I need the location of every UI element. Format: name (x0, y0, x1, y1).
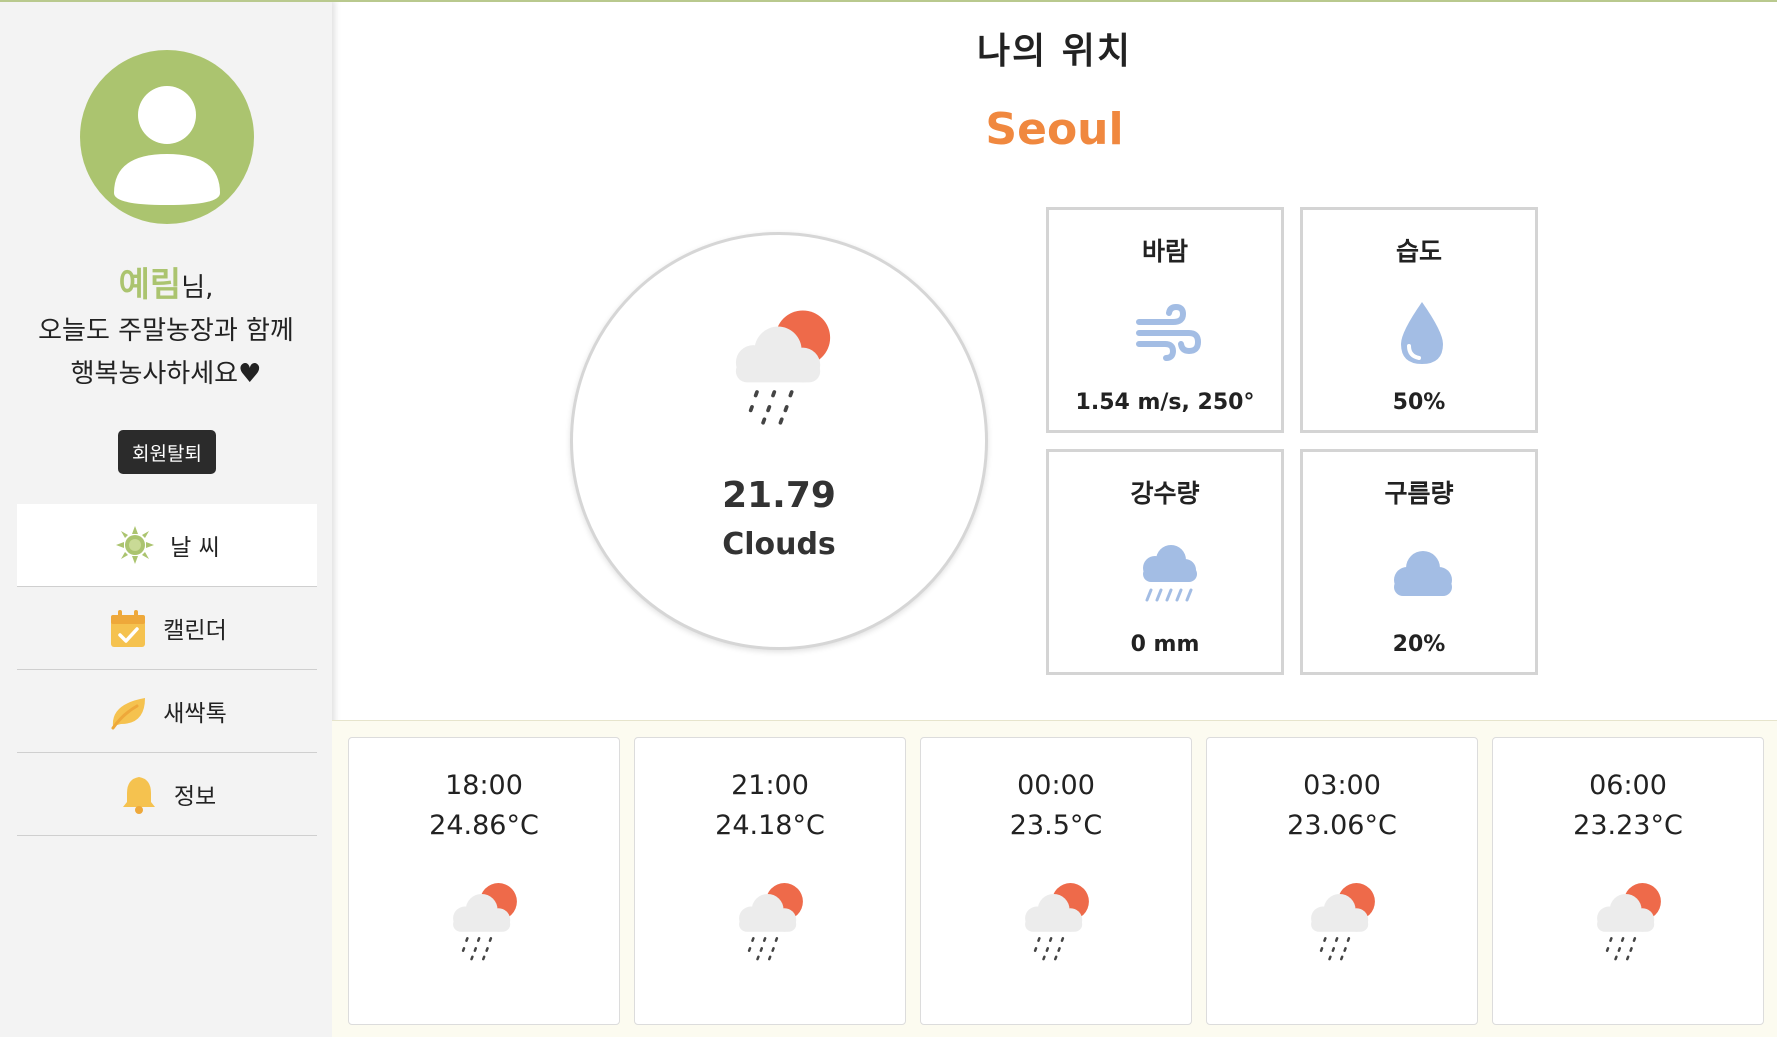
forecast-time: 00:00 (1017, 770, 1095, 801)
wind-icon (1133, 298, 1203, 368)
main-content: 나의 위치 Seoul 21.79 Clouds 바람 1.54 m/s, 25… (332, 0, 1777, 1037)
calendar-icon (107, 607, 149, 649)
current-weather-circle: 21.79 Clouds (570, 232, 988, 650)
forecast-card: 00:00 23.5°C (920, 737, 1192, 1025)
forecast-temperature: 23.23°C (1573, 810, 1683, 841)
sidebar-item-label: 새싹톡 (163, 701, 227, 727)
stat-value: 20% (1392, 632, 1446, 657)
stat-value: 50% (1392, 390, 1446, 415)
stat-value: 1.54 m/s, 250° (1075, 390, 1255, 415)
sidebar-item-label: 날 씨 (170, 535, 220, 561)
forecast-card: 06:00 23.23°C (1492, 737, 1764, 1025)
stat-value: 0 mm (1130, 632, 1200, 657)
forecast-time: 03:00 (1303, 770, 1381, 801)
app-root: 예림님, 오늘도 주말농장과 함께 행복농사하세요♥ 회원탈퇴 날 씨 캘린더 … (0, 0, 1777, 1037)
sidebar-item-label: 정보 (173, 784, 217, 810)
leaf-icon (107, 690, 149, 732)
name-suffix: 님, (181, 273, 214, 303)
sidebar: 예림님, 오늘도 주말농장과 함께 행복농사하세요♥ 회원탈퇴 날 씨 캘린더 … (0, 0, 332, 1037)
droplet-icon (1387, 298, 1457, 368)
cloud-sun-rain-icon (1015, 878, 1099, 962)
sidebar-nav: 날 씨 캘린더 새싹톡 정보 (17, 504, 317, 836)
sidebar-item-label: 캘린더 (163, 618, 227, 644)
forecast-temperature: 23.5°C (1009, 810, 1103, 841)
sidebar-item-sprout-talk[interactable]: 새싹톡 (17, 670, 317, 753)
forecast-temperature: 24.86°C (429, 810, 539, 841)
sidebar-item-weather[interactable]: 날 씨 (17, 504, 317, 587)
stat-label: 습도 (1395, 237, 1442, 266)
avatar (80, 50, 254, 224)
cloudiness-card: 구름량 20% (1300, 449, 1538, 675)
sidebar-item-info[interactable]: 정보 (17, 753, 317, 836)
cloud-icon (1387, 540, 1457, 610)
user-icon (114, 86, 220, 205)
rain-cloud-icon (1133, 540, 1203, 610)
stat-label: 구름량 (1384, 479, 1454, 508)
current-description: Clouds (722, 527, 836, 562)
cloud-sun-rain-icon (1301, 878, 1385, 962)
cloud-sun-rain-icon (721, 303, 845, 427)
greeting-line2: 행복농사하세요♥ (70, 359, 262, 389)
sidebar-item-calendar[interactable]: 캘린더 (17, 587, 317, 670)
forecast-card: 18:00 24.86°C (348, 737, 620, 1025)
current-temperature: 21.79 (722, 475, 836, 516)
user-name: 예림 (118, 265, 182, 305)
cloud-sun-rain-icon (729, 878, 813, 962)
forecast-time: 21:00 (731, 770, 809, 801)
page-title: 나의 위치 (976, 31, 1132, 72)
cloud-sun-rain-icon (443, 878, 527, 962)
withdraw-button[interactable]: 회원탈퇴 (118, 430, 216, 474)
greeting-line1: 오늘도 주말농장과 함께 (38, 316, 294, 346)
stat-label: 바람 (1141, 237, 1188, 266)
greeting-name-line: 예림님, (0, 264, 332, 310)
forecast-temperature: 23.06°C (1287, 810, 1397, 841)
forecast-strip: 18:00 24.86°C 21:00 24.18°C 00:00 23.5°C… (332, 720, 1777, 1037)
humidity-card: 습도 50% (1300, 207, 1538, 433)
forecast-time: 18:00 (445, 770, 523, 801)
bell-icon (118, 773, 160, 815)
precipitation-card: 강수량 0 mm (1046, 449, 1284, 675)
cloud-sun-rain-icon (1587, 878, 1671, 962)
forecast-temperature: 24.18°C (715, 810, 825, 841)
wind-card: 바람 1.54 m/s, 250° (1046, 207, 1284, 433)
stat-label: 강수량 (1130, 479, 1200, 508)
forecast-time: 06:00 (1589, 770, 1667, 801)
city-name: Seoul (985, 104, 1124, 155)
greeting: 예림님, 오늘도 주말농장과 함께 행복농사하세요♥ (0, 264, 332, 396)
forecast-card: 03:00 23.06°C (1206, 737, 1478, 1025)
forecast-card: 21:00 24.18°C (634, 737, 906, 1025)
sun-icon (114, 524, 156, 566)
